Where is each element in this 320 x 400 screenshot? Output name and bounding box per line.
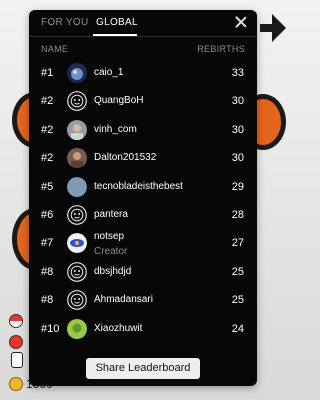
tab-for-you[interactable]: FOR YOU	[41, 17, 88, 28]
player-name: QuangBoH	[94, 95, 144, 107]
next-arrow-icon[interactable]	[272, 14, 286, 42]
rank-label: #8	[41, 294, 54, 307]
rank-label: #6	[41, 209, 54, 221]
rank-label: #7	[41, 237, 54, 250]
column-header-rebirths: REBIRTHS	[197, 44, 245, 54]
avatar-planet-photo-icon	[67, 63, 87, 83]
pokeball-icon[interactable]	[9, 314, 23, 328]
leaderboard-row[interactable]: #1 caio_1 33	[29, 59, 257, 87]
close-icon[interactable]	[233, 14, 249, 30]
player-name: notsep	[94, 231, 125, 243]
player-role-label: Creator	[94, 246, 128, 258]
rank-label: #10	[41, 322, 60, 335]
rebirth-count: 30	[231, 152, 244, 165]
avatar-default-face-icon	[67, 290, 87, 311]
rebirth-count: 28	[231, 209, 244, 221]
active-tab-indicator	[93, 34, 137, 36]
player-name: vinh_com	[94, 123, 137, 135]
leaderboard-row[interactable]: #7 notsep Creator 27	[29, 229, 257, 257]
rebirth-count: 30	[231, 95, 244, 108]
player-name: pantera	[94, 209, 128, 220]
share-leaderboard-button[interactable]: Share Leaderboard	[86, 358, 200, 379]
player-name: Dalton201532	[94, 152, 157, 164]
avatar-default-face-icon	[67, 261, 87, 282]
avatar-green-photo-icon	[67, 318, 87, 339]
leaderboard-modal: FOR YOU GLOBAL NAME REBIRTHS #1 caio_1 33 #…	[29, 10, 257, 386]
leaderboard-row[interactable]: #2 vinh_com 30	[29, 116, 257, 144]
avatar-blue-circle-icon	[67, 176, 87, 197]
player-name: Ahmadansari	[94, 294, 153, 306]
leaderboard-row[interactable]: #2 Dalton201532 30	[29, 144, 257, 172]
leaderboard-row[interactable]: #10 Xiaozhuwit 24	[29, 315, 257, 343]
leaderboard-row[interactable]: #6 pantera 28	[29, 201, 257, 229]
rank-label: #2	[41, 152, 54, 165]
tab-global[interactable]: GLOBAL	[96, 17, 138, 28]
player-name: caio_1	[94, 67, 124, 78]
rebirth-count: 25	[231, 265, 244, 278]
rank-label: #8	[41, 265, 54, 278]
player-name: dbsjhdjd	[94, 265, 132, 277]
leaderboard-row[interactable]: #8 dbsjhdjd 25	[29, 258, 257, 286]
avatar-person-photo-2-icon	[67, 148, 87, 169]
avatar-creator-badge-icon	[67, 233, 87, 254]
next-arrow-shaft	[260, 24, 274, 32]
player-name: tecnobladeisthebest	[94, 180, 183, 192]
rebirth-count: 27	[231, 237, 244, 250]
leaderboard-row[interactable]: #8 Ahmadansari 25	[29, 286, 257, 314]
tab-bar: FOR YOU GLOBAL	[29, 10, 257, 37]
rebirth-count: 29	[231, 180, 244, 193]
avatar-default-face-icon	[67, 91, 87, 112]
rebirth-count: 30	[231, 123, 244, 136]
rank-label: #5	[41, 180, 54, 193]
avatar-default-face-icon	[67, 205, 87, 225]
rank-label: #2	[41, 123, 54, 136]
rebirth-count: 25	[231, 294, 244, 307]
red-ball-icon[interactable]	[9, 335, 23, 349]
avatar-person-photo-icon	[67, 119, 87, 140]
leaderboard-row[interactable]: #2 QuangBoH 30	[29, 87, 257, 115]
player-name: Xiaozhuwit	[94, 322, 143, 334]
leaderboard-row[interactable]: #5 tecnobladeisthebest 29	[29, 173, 257, 201]
rank-label: #2	[41, 95, 54, 108]
rank-label: #1	[41, 67, 54, 79]
rebirth-count: 24	[231, 322, 244, 335]
hand-cursor-icon	[11, 352, 23, 368]
column-header-name: NAME	[41, 44, 69, 54]
coin-icon	[9, 377, 23, 391]
rebirth-count: 33	[231, 67, 244, 79]
